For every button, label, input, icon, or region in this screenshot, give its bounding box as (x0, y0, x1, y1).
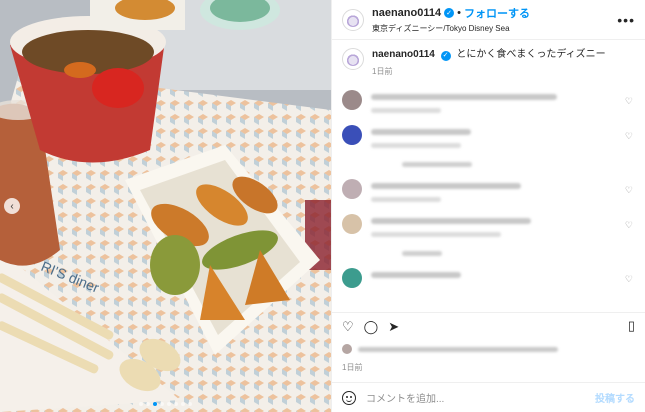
likes-text-blurred (358, 346, 558, 352)
caption-text: とにかく食べまくったディズニー (456, 49, 606, 60)
separator: • (457, 7, 461, 19)
carousel-dot (153, 402, 157, 406)
carousel-prev-icon[interactable]: ‹ (4, 198, 20, 214)
comment-icon[interactable]: ◯ (364, 319, 379, 335)
avatar[interactable] (342, 90, 362, 110)
username-link[interactable]: naenano0114 (372, 7, 441, 19)
post-header: naenano0114 ✓ • フォローする 東京ディズニーシー/Tokyo D… (332, 0, 645, 40)
location-link[interactable]: 東京ディズニーシー/Tokyo Disney Sea (372, 23, 530, 34)
caption: naenano0114 ✓ とにかく食べまくったディズニー 1日前 (342, 48, 635, 78)
comment-text-blurred (371, 90, 557, 113)
comment-row: ♡ (342, 268, 635, 288)
comment-text-blurred (371, 179, 521, 202)
avatar[interactable] (342, 179, 362, 199)
likes-summary[interactable] (342, 344, 635, 354)
carousel-dot (146, 402, 150, 406)
follow-button[interactable]: フォローする (464, 5, 530, 21)
carousel-dot (160, 402, 164, 406)
post-photo: RI'S diner ‹ (0, 0, 331, 412)
actions-bar: ♡ ◯ ➤ ▯ 1日前 (332, 312, 645, 382)
avatar[interactable] (342, 268, 362, 288)
caption-time: 1日前 (372, 67, 393, 76)
emoji-icon[interactable] (342, 390, 356, 405)
post-comment-button[interactable]: 投稿する (595, 390, 635, 405)
comment-like-icon[interactable]: ♡ (625, 185, 633, 196)
carousel-indicator (0, 402, 331, 406)
post-date: 1日前 (342, 363, 363, 372)
caption-username[interactable]: naenano0114 (372, 49, 435, 60)
comment-row: ♡ (342, 214, 635, 237)
verified-icon: ✓ (440, 50, 451, 61)
comment-like-icon[interactable]: ♡ (625, 274, 633, 285)
avatar[interactable] (342, 8, 364, 31)
comment-row: ♡ (342, 125, 635, 148)
comment-like-icon[interactable]: ♡ (625, 131, 633, 142)
carousel-dot (167, 402, 171, 406)
avatar[interactable] (342, 48, 364, 70)
view-replies-blurred[interactable] (402, 162, 472, 167)
carousel-dot (188, 402, 192, 406)
comment-text-blurred (371, 214, 531, 237)
more-icon[interactable]: ••• (617, 12, 635, 28)
add-comment-bar: コメントを追加... 投稿する (332, 382, 645, 412)
post-panel: naenano0114 ✓ • フォローする 東京ディズニーシー/Tokyo D… (331, 0, 645, 412)
carousel-dot (174, 402, 178, 406)
food-photo-image: RI'S diner (0, 0, 331, 412)
view-replies-blurred[interactable] (402, 251, 442, 256)
bookmark-icon[interactable]: ▯ (628, 318, 635, 334)
avatar (342, 344, 352, 354)
comments-list: naenano0114 ✓ とにかく食べまくったディズニー 1日前 ♡ ♡ ♡ ♡ ♡ (332, 40, 645, 312)
comment-row: ♡ (342, 90, 635, 113)
verified-icon: ✓ (444, 8, 455, 18)
comment-text-blurred (371, 125, 471, 148)
carousel-dot (139, 402, 143, 406)
comment-text-blurred (371, 268, 461, 278)
avatar[interactable] (342, 125, 362, 145)
comment-input[interactable]: コメントを追加... (366, 390, 595, 405)
heart-icon[interactable]: ♡ (342, 319, 354, 335)
comment-like-icon[interactable]: ♡ (625, 96, 633, 107)
share-icon[interactable]: ➤ (388, 319, 399, 335)
avatar[interactable] (342, 214, 362, 234)
comment-like-icon[interactable]: ♡ (625, 220, 633, 231)
carousel-dot (181, 402, 185, 406)
comment-row: ♡ (342, 179, 635, 202)
